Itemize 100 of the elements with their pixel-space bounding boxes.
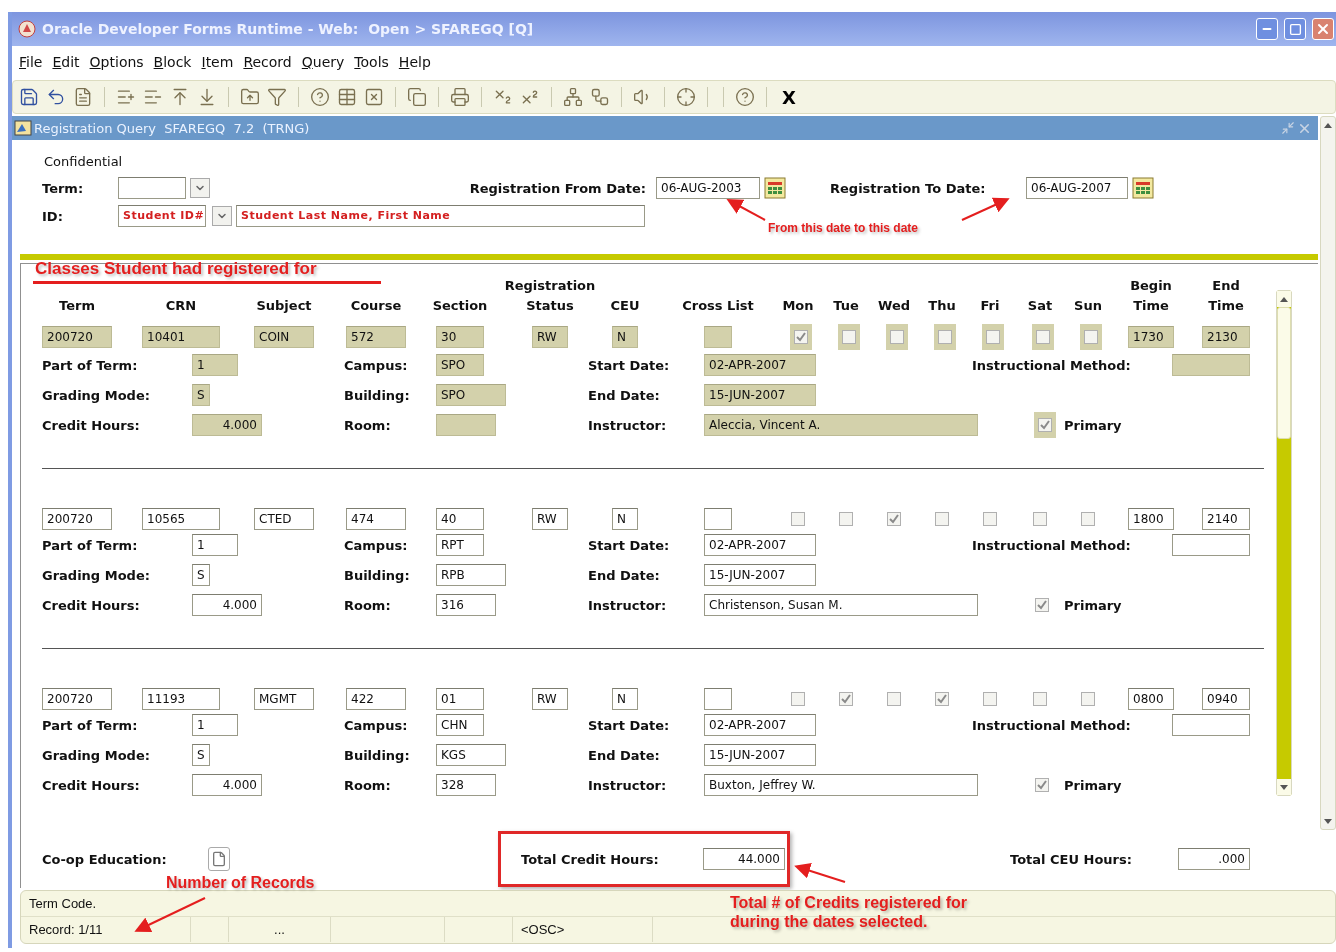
table-icon[interactable] — [337, 87, 357, 107]
term-field[interactable] — [118, 177, 186, 199]
menu-item[interactable]: Options — [84, 54, 149, 70]
primary-checkbox[interactable] — [1035, 778, 1049, 792]
table-field[interactable]: 572 — [346, 326, 406, 348]
input-field[interactable] — [1172, 714, 1250, 736]
day-checkbox[interactable] — [1081, 512, 1095, 526]
minimize-button[interactable] — [1256, 18, 1278, 40]
input-field[interactable]: 15-JUN-2007 — [704, 564, 816, 586]
name-field[interactable]: Student Last Name, First Name — [236, 205, 645, 227]
day-checkbox[interactable] — [791, 692, 805, 706]
copy-icon[interactable] — [407, 87, 427, 107]
menu-item[interactable]: Item — [196, 54, 239, 70]
input-field[interactable]: 02-APR-2007 — [704, 714, 816, 736]
menu-item[interactable]: File — [14, 54, 48, 70]
input-field[interactable]: S — [192, 564, 210, 586]
total-field[interactable]: .000 — [1178, 848, 1250, 870]
input-field[interactable]: 15-JUN-2007 — [704, 744, 816, 766]
dropdown-button[interactable] — [212, 206, 232, 226]
day-checkbox[interactable] — [794, 330, 808, 344]
day-checkbox[interactable] — [791, 512, 805, 526]
menu-item[interactable]: Record — [238, 54, 297, 70]
table-field[interactable]: 2140 — [1202, 508, 1250, 530]
table-field[interactable]: 10401 — [142, 326, 220, 348]
table-field[interactable]: 11193 — [142, 688, 220, 710]
table-field[interactable]: 200720 — [42, 508, 112, 530]
menu-item[interactable]: Edit — [47, 54, 85, 70]
day-checkbox[interactable] — [1081, 692, 1095, 706]
day-checkbox[interactable] — [1033, 692, 1047, 706]
day-checkbox[interactable] — [839, 512, 853, 526]
id-field[interactable]: Student ID# — [118, 205, 206, 227]
scrollbar-thumb[interactable] — [1277, 307, 1291, 439]
menu-item[interactable]: Help — [393, 54, 436, 70]
input-field[interactable]: 4.000 — [192, 594, 262, 616]
input-field[interactable]: Christenson, Susan M. — [704, 594, 978, 616]
exit-button[interactable]: X — [782, 86, 796, 108]
minimize-icon[interactable] — [1281, 121, 1295, 135]
input-field[interactable] — [436, 414, 496, 436]
table-field[interactable]: N — [612, 688, 638, 710]
input-field[interactable]: Aleccia, Vincent A. — [704, 414, 978, 436]
menu-item[interactable]: Block — [148, 54, 197, 70]
table-field[interactable]: CTED — [254, 508, 314, 530]
date-field[interactable]: 06-AUG-2007 — [1026, 177, 1128, 199]
table-field[interactable]: 40 — [436, 508, 484, 530]
total-field[interactable]: 44.000 — [703, 848, 785, 870]
undo-icon[interactable] — [46, 87, 66, 107]
input-field[interactable]: 1 — [192, 354, 238, 376]
table-field[interactable]: RW — [532, 508, 568, 530]
table-field[interactable]: RW — [532, 688, 568, 710]
day-checkbox[interactable] — [1084, 330, 1098, 344]
input-field[interactable]: 02-APR-2007 — [704, 534, 816, 556]
scroll-down-icon[interactable] — [1324, 818, 1332, 824]
input-field[interactable]: RPT — [436, 534, 484, 556]
input-field[interactable]: S — [192, 744, 210, 766]
day-checkbox[interactable] — [887, 512, 901, 526]
input-field[interactable]: KGS — [436, 744, 506, 766]
input-field[interactable]: 4.000 — [192, 774, 262, 796]
input-field[interactable] — [1172, 354, 1250, 376]
table-field[interactable]: 01 — [436, 688, 484, 710]
table-field[interactable]: COIN — [254, 326, 314, 348]
day-checkbox[interactable] — [842, 330, 856, 344]
subscript-icon[interactable] — [493, 87, 513, 107]
scrollbar[interactable] — [1320, 116, 1336, 830]
day-checkbox[interactable] — [983, 512, 997, 526]
day-checkbox[interactable] — [1036, 330, 1050, 344]
document-icon[interactable] — [73, 87, 93, 107]
calendar-icon[interactable] — [1132, 177, 1154, 199]
date-field[interactable]: 06-AUG-2003 — [656, 177, 760, 199]
day-checkbox[interactable] — [887, 692, 901, 706]
input-field[interactable]: 1 — [192, 714, 238, 736]
input-field[interactable]: 1 — [192, 534, 238, 556]
menu-item[interactable]: Tools — [349, 54, 394, 70]
save-icon[interactable] — [19, 87, 39, 107]
table-field[interactable] — [704, 688, 732, 710]
crosshair-icon[interactable] — [676, 87, 696, 107]
printer-icon[interactable] — [450, 87, 470, 107]
table-field[interactable]: 2130 — [1202, 326, 1250, 348]
table-field[interactable]: 1800 — [1128, 508, 1174, 530]
input-field[interactable]: 02-APR-2007 — [704, 354, 816, 376]
table-field[interactable]: RW — [532, 326, 568, 348]
input-field[interactable]: CHN — [436, 714, 484, 736]
input-field[interactable]: S — [192, 384, 210, 406]
scroll-down-icon[interactable] — [1280, 784, 1288, 790]
close-button[interactable] — [1312, 18, 1334, 40]
table-field[interactable] — [704, 508, 732, 530]
table-field[interactable]: 0940 — [1202, 688, 1250, 710]
primary-checkbox[interactable] — [1038, 418, 1052, 432]
table-field[interactable]: N — [612, 326, 638, 348]
table-field[interactable]: N — [612, 508, 638, 530]
input-field[interactable]: SPO — [436, 384, 506, 406]
help-icon[interactable] — [735, 87, 755, 107]
table-field[interactable]: 422 — [346, 688, 406, 710]
input-field[interactable]: 328 — [436, 774, 496, 796]
network-icon[interactable] — [563, 87, 583, 107]
funnel-icon[interactable] — [267, 87, 287, 107]
table-field[interactable]: 1730 — [1128, 326, 1174, 348]
table-field[interactable]: 0800 — [1128, 688, 1174, 710]
day-checkbox[interactable] — [986, 330, 1000, 344]
table-field[interactable]: 200720 — [42, 688, 112, 710]
folder-up-icon[interactable] — [240, 87, 260, 107]
